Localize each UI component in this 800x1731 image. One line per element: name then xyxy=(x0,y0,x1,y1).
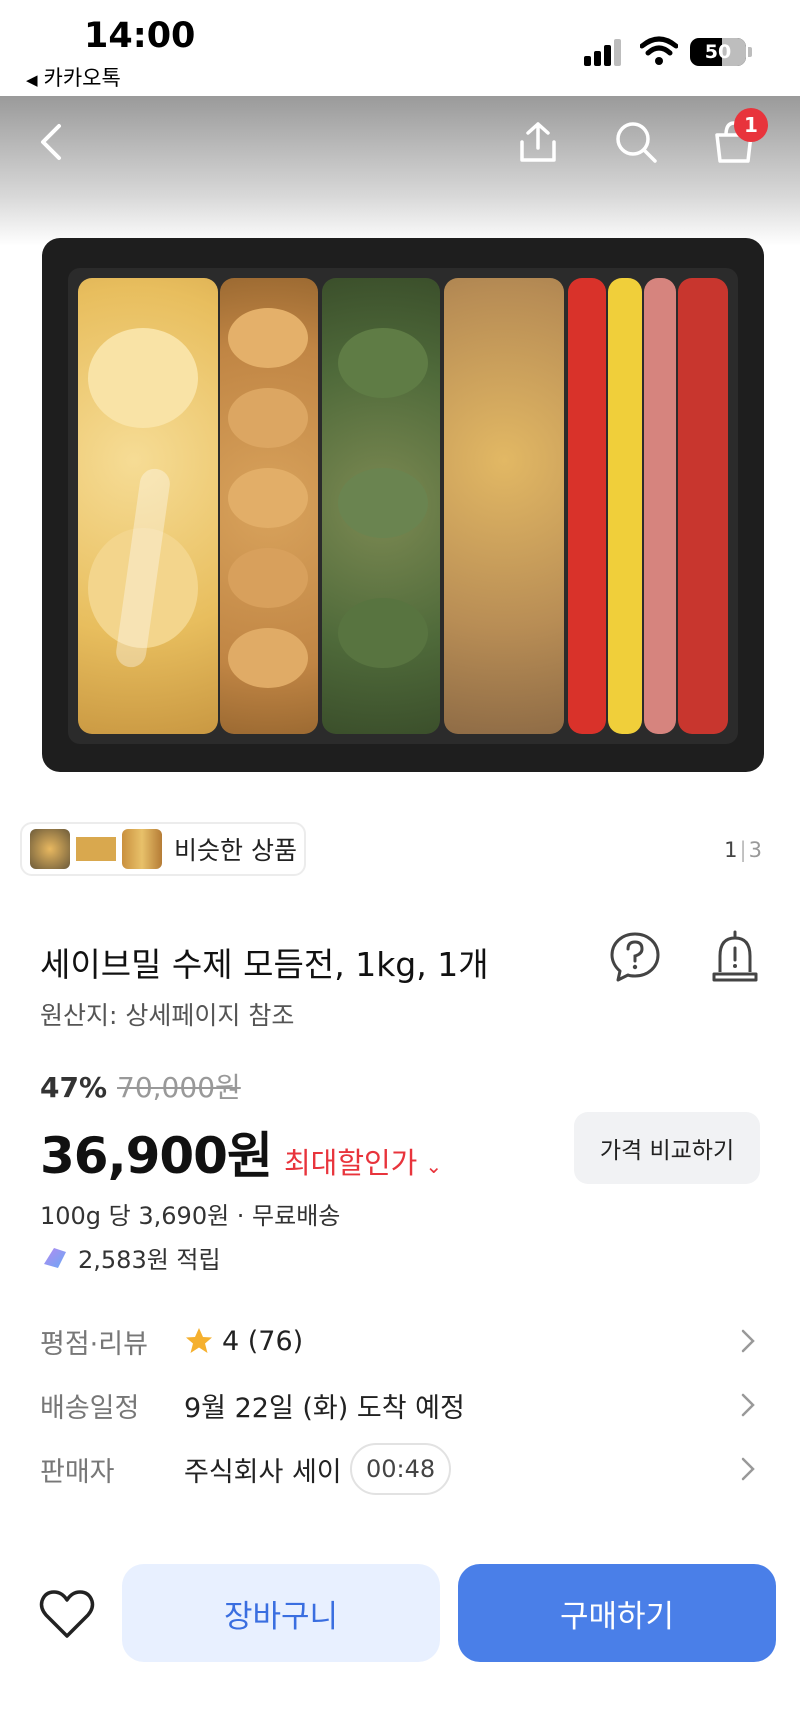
chevron-right-icon xyxy=(741,1329,755,1353)
chevron-right-icon xyxy=(741,1457,755,1481)
cart-nav-button[interactable]: 1 xyxy=(706,108,768,170)
chevron-down-icon: ⌄ xyxy=(425,1154,443,1178)
similar-thumb-3 xyxy=(122,829,162,869)
star-icon xyxy=(186,1328,212,1353)
bottom-action-bar: 장바구니 구매하기 xyxy=(0,1540,800,1731)
similar-products-label: 비슷한 상품 xyxy=(174,836,297,865)
alarm-icon[interactable] xyxy=(710,930,760,984)
cart-count-badge: 1 xyxy=(734,108,768,142)
seller-label: 판매자 xyxy=(40,1456,115,1488)
add-to-cart-button[interactable]: 장바구니 xyxy=(122,1564,440,1662)
original-price: 70,000원 xyxy=(117,1071,241,1104)
delivery-row[interactable]: 배송일정 9월 22일 (화) 도착 예정 xyxy=(40,1380,760,1430)
price-row: 36,900원 최대할인가 ⌄ xyxy=(40,1116,442,1188)
discount-rate: 47% xyxy=(40,1071,108,1104)
battery-icon: 50 xyxy=(690,38,746,66)
share-button[interactable] xyxy=(510,114,566,170)
rating-label: 평점·리뷰 xyxy=(40,1328,148,1360)
rating-review-row[interactable]: 평점·리뷰 4 (76) xyxy=(40,1316,760,1366)
back-triangle-icon: ◀ xyxy=(26,71,38,89)
points-row: 2,583원 적립 xyxy=(40,1240,221,1275)
back-app-label: 카카오톡 xyxy=(43,66,121,90)
points-value: 2,583원 적립 xyxy=(78,1246,221,1274)
delivery-label: 배송일정 xyxy=(40,1392,140,1424)
sale-price: 36,900원 xyxy=(40,1127,273,1185)
timer-pill: 00:48 xyxy=(350,1443,452,1495)
chevron-left-icon xyxy=(41,124,61,160)
product-title: 세이브밀 수제 모듬전, 1kg, 1개 xyxy=(40,945,489,984)
chevron-right-icon xyxy=(741,1393,755,1417)
delivery-value: 9월 22일 (화) 도착 예정 xyxy=(184,1392,465,1424)
back-to-app-link[interactable]: ◀ 카카오톡 xyxy=(26,62,121,92)
signal-icon xyxy=(584,38,626,66)
battery-level: 50 xyxy=(704,41,732,63)
max-discount-label: 최대할인가 xyxy=(283,1146,418,1180)
seller-row[interactable]: 판매자 주식회사 세이 00:48 xyxy=(40,1443,760,1495)
max-discount-dropdown[interactable]: 최대할인가 ⌄ xyxy=(284,1140,442,1182)
product-origin: 원산지: 상세페이지 참조 xyxy=(40,1001,295,1030)
points-icon xyxy=(44,1247,66,1268)
discount-row: 47% 70,000원 xyxy=(40,1066,241,1106)
question-icon[interactable] xyxy=(608,930,662,984)
product-image-carousel[interactable]: 1 xyxy=(0,96,800,790)
back-button[interactable] xyxy=(24,114,80,170)
similar-thumb-1 xyxy=(30,829,70,869)
pager-current: 1 xyxy=(724,838,738,862)
image-pager: 1|3 xyxy=(724,838,762,862)
share-icon xyxy=(520,122,556,162)
wifi-icon xyxy=(640,36,678,65)
unit-price: 100g 당 3,690원 · 무료배송 xyxy=(40,1202,341,1230)
similar-products-button[interactable]: 비슷한 상품 xyxy=(20,822,306,876)
pager-total: 3 xyxy=(748,838,762,862)
heart-icon[interactable] xyxy=(38,1588,96,1640)
similar-thumb-2 xyxy=(76,829,116,869)
status-bar: 14:00 ◀ 카카오톡 50 xyxy=(0,0,800,96)
buy-now-button[interactable]: 구매하기 xyxy=(458,1564,776,1662)
search-button[interactable] xyxy=(608,114,664,170)
compare-price-button[interactable]: 가격 비교하기 xyxy=(574,1112,760,1184)
pager-separator: | xyxy=(739,838,747,862)
seller-value: 주식회사 세이 xyxy=(184,1456,342,1488)
top-nav: 1 xyxy=(0,96,800,186)
rating-value: 4 (76) xyxy=(222,1325,304,1357)
product-photo xyxy=(42,238,764,772)
status-time: 14:00 xyxy=(84,16,196,56)
search-icon xyxy=(616,122,657,163)
